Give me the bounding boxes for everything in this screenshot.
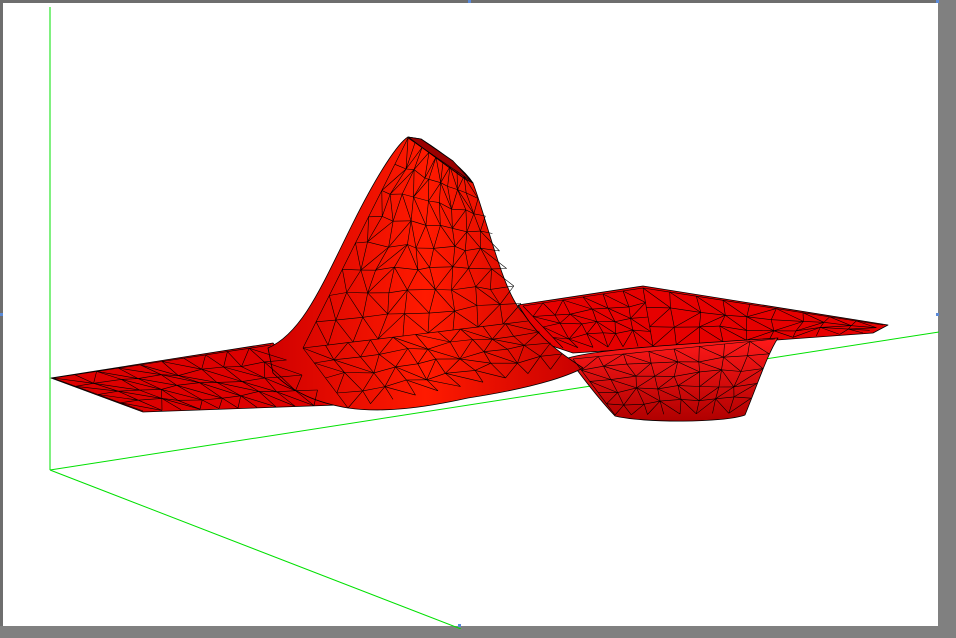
y-axis xyxy=(49,469,462,629)
selection-handle-right[interactable] xyxy=(936,313,939,316)
3d-viewport[interactable] xyxy=(0,0,940,629)
selection-handle-left[interactable] xyxy=(0,313,3,316)
selection-handle-top[interactable] xyxy=(468,0,471,3)
selection-handle-bottom[interactable] xyxy=(458,624,461,627)
surface-plot-scene xyxy=(49,7,940,629)
selection-handle-top-right[interactable] xyxy=(936,0,939,3)
surface-peak xyxy=(267,136,584,411)
